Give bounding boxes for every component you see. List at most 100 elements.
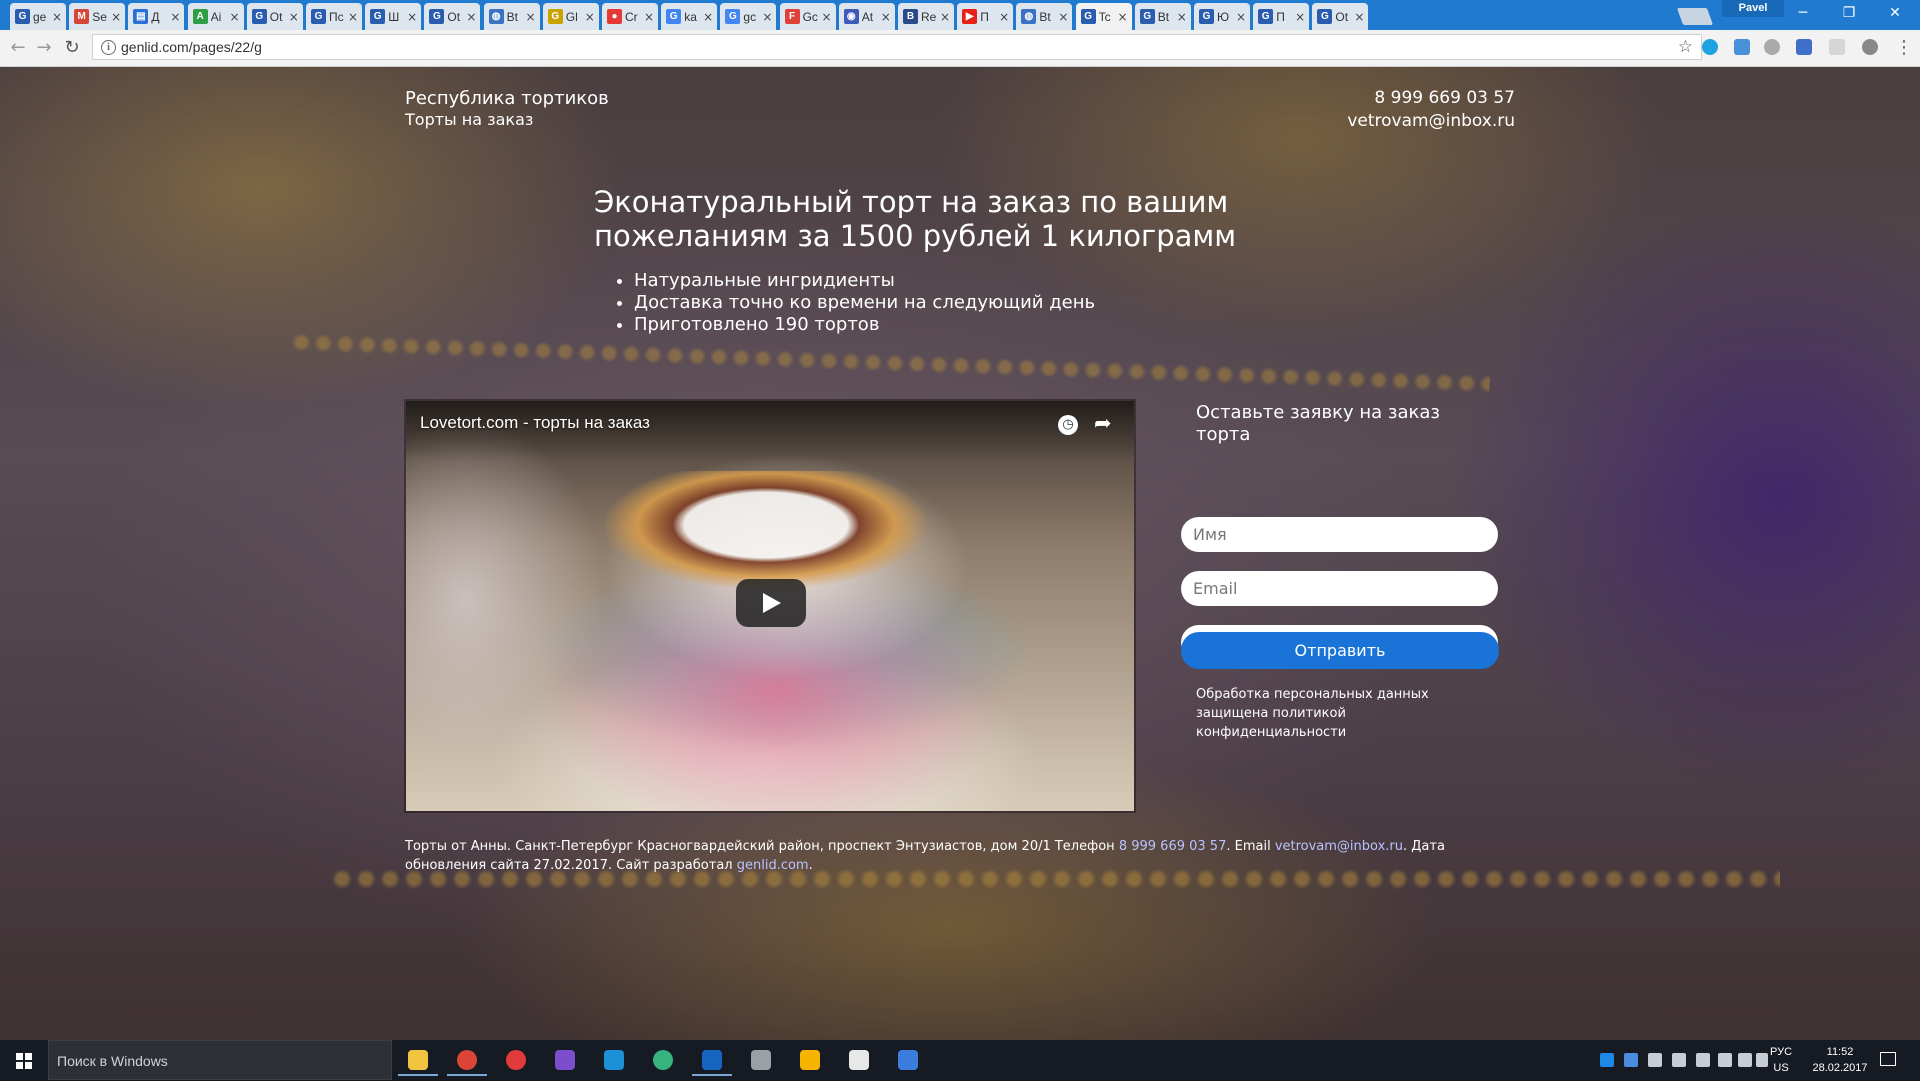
browser-tab[interactable]: ◍ Bt × (483, 3, 540, 30)
extension-icon[interactable] (1764, 39, 1780, 55)
footer-phone-link[interactable]: 8 999 669 03 57 (1119, 839, 1227, 854)
browser-tab[interactable]: G Gl × (542, 3, 599, 30)
share-icon[interactable]: ➦ (1094, 411, 1112, 435)
app-red-taskbar-button[interactable] (496, 1044, 536, 1076)
reload-icon[interactable]: ↻ (60, 36, 84, 60)
tab-close-icon[interactable]: × (1354, 10, 1364, 24)
browser-tab[interactable]: G П × (1253, 3, 1310, 30)
browser-tab[interactable]: Ggc × (720, 3, 777, 30)
tab-close-icon[interactable]: × (170, 10, 180, 24)
address-bar[interactable]: i genlid.com/pages/22/g ☆ (92, 34, 1702, 60)
tab-close-icon[interactable]: × (881, 10, 891, 24)
browser-tab[interactable]: G Bt × (1134, 3, 1191, 30)
tab-close-icon[interactable]: × (466, 10, 476, 24)
tab-close-icon[interactable]: × (1058, 10, 1068, 24)
browser-tab[interactable]: G Ю × (1194, 3, 1250, 30)
taskbar-clock[interactable]: 11:52 28.02.2017 (1808, 1044, 1872, 1076)
browser-tab[interactable]: G Tc × (1075, 3, 1132, 30)
outlook-tray-icon[interactable] (1600, 1053, 1614, 1067)
restore-icon[interactable]: ❐ (1826, 0, 1872, 28)
extension-icon[interactable] (1702, 39, 1718, 55)
tab-close-icon[interactable]: × (822, 10, 832, 24)
tab-close-icon[interactable]: × (407, 10, 417, 24)
app-gray-taskbar-button[interactable] (741, 1044, 781, 1076)
tab-close-icon[interactable]: × (526, 10, 536, 24)
app-colorful-taskbar-button[interactable] (790, 1044, 830, 1076)
url-text[interactable]: genlid.com/pages/22/g (121, 35, 262, 59)
browser-tab[interactable]: Gge × (10, 3, 66, 30)
browser-tab[interactable]: ▤ Д × (128, 3, 185, 30)
browser-tab[interactable]: M Se × (69, 3, 126, 30)
browser-tab[interactable]: A Ai × (187, 3, 244, 30)
browser-tab[interactable]: G Ot × (1312, 3, 1369, 30)
menu-icon[interactable]: ⋮ (1895, 36, 1913, 60)
forward-icon[interactable]: → (32, 36, 56, 60)
close-window-icon[interactable]: ✕ (1872, 0, 1918, 28)
browser-tab[interactable]: G Ot × (246, 3, 303, 30)
browser-tab[interactable]: ◉ At × (838, 3, 895, 30)
tab-close-icon[interactable]: × (762, 10, 772, 24)
translate-icon[interactable] (1796, 39, 1812, 55)
tab-close-icon[interactable]: × (703, 10, 713, 24)
browser-tab[interactable]: Gka × (661, 3, 718, 30)
minimize-icon[interactable]: ─ (1780, 0, 1826, 28)
tab-close-icon[interactable]: × (111, 10, 121, 24)
browser-tab[interactable]: G Ш × (365, 3, 422, 30)
new-tab-button[interactable] (1676, 8, 1714, 25)
start-button[interactable] (0, 1040, 48, 1080)
footer-developer-link[interactable]: genlid.com (737, 858, 809, 873)
tab-close-icon[interactable]: × (585, 10, 595, 24)
info-icon[interactable]: i (101, 40, 116, 55)
extension-icon[interactable] (1829, 39, 1845, 55)
network-icon[interactable] (1738, 1053, 1752, 1067)
browser-tab[interactable]: F Gc × (779, 3, 836, 30)
app-purple-taskbar-button[interactable] (545, 1044, 585, 1076)
app-green-taskbar-button[interactable] (643, 1044, 683, 1076)
browser-tab[interactable]: ◍ Bt × (1016, 3, 1073, 30)
browser-tab[interactable]: ▶ П × (957, 3, 1014, 30)
app-gift-taskbar-button[interactable] (839, 1044, 879, 1076)
submit-button[interactable]: Отправить (1181, 632, 1499, 669)
app-a-taskbar-button[interactable] (888, 1044, 928, 1076)
battery-icon[interactable] (1718, 1053, 1732, 1067)
file-explorer-taskbar-button[interactable] (398, 1044, 438, 1076)
footer-email-link[interactable]: vetrovam@inbox.ru (1275, 839, 1403, 854)
back-icon[interactable]: ← (6, 36, 30, 60)
tab-close-icon[interactable]: × (940, 10, 950, 24)
email-input[interactable] (1181, 571, 1498, 606)
tab-close-icon[interactable]: × (1236, 10, 1246, 24)
video-title[interactable]: Lovetort.com - торты на заказ (420, 413, 650, 433)
tab-close-icon[interactable]: × (644, 10, 654, 24)
volume-icon[interactable] (1756, 1053, 1768, 1067)
name-input[interactable] (1181, 517, 1498, 552)
play-button[interactable] (736, 579, 806, 627)
chrome-taskbar-button[interactable] (447, 1044, 487, 1076)
app-edge-taskbar-button[interactable] (594, 1044, 634, 1076)
tab-close-icon[interactable]: × (52, 10, 62, 24)
browser-tab[interactable]: ● Cr × (602, 3, 658, 30)
watch-later-icon[interactable]: ◷ (1058, 415, 1078, 435)
tray-app-icon[interactable] (1648, 1053, 1662, 1067)
taskbar-search[interactable]: Поиск в Windows (48, 1040, 392, 1080)
tab-close-icon[interactable]: × (999, 10, 1009, 24)
bookmark-star-icon[interactable]: ☆ (1678, 35, 1693, 59)
tab-close-icon[interactable]: × (230, 10, 240, 24)
tab-close-icon[interactable]: × (348, 10, 358, 24)
tab-close-icon[interactable]: × (1177, 10, 1187, 24)
tab-close-icon[interactable]: × (1118, 10, 1128, 24)
outlook-taskbar-button[interactable] (692, 1044, 732, 1076)
notifications-icon[interactable] (1880, 1052, 1896, 1066)
tray-app-icon[interactable] (1696, 1053, 1710, 1067)
tray-app-icon[interactable] (1624, 1053, 1638, 1067)
tab-close-icon[interactable]: × (1295, 10, 1305, 24)
browser-tab[interactable]: G Ot × (424, 3, 481, 30)
browser-tab[interactable]: B Re × (898, 3, 954, 30)
browser-tab[interactable]: G Пс × (306, 3, 362, 30)
extension-icon[interactable] (1734, 39, 1750, 55)
language-indicator[interactable]: РУС US (1770, 1044, 1792, 1076)
extension-icon[interactable] (1862, 39, 1878, 55)
profile-button[interactable]: Pavel (1722, 0, 1784, 17)
shield-icon[interactable] (1672, 1053, 1686, 1067)
tab-close-icon[interactable]: × (289, 10, 299, 24)
video-player[interactable]: Lovetort.com - торты на заказ ◷ ➦ (406, 401, 1134, 811)
